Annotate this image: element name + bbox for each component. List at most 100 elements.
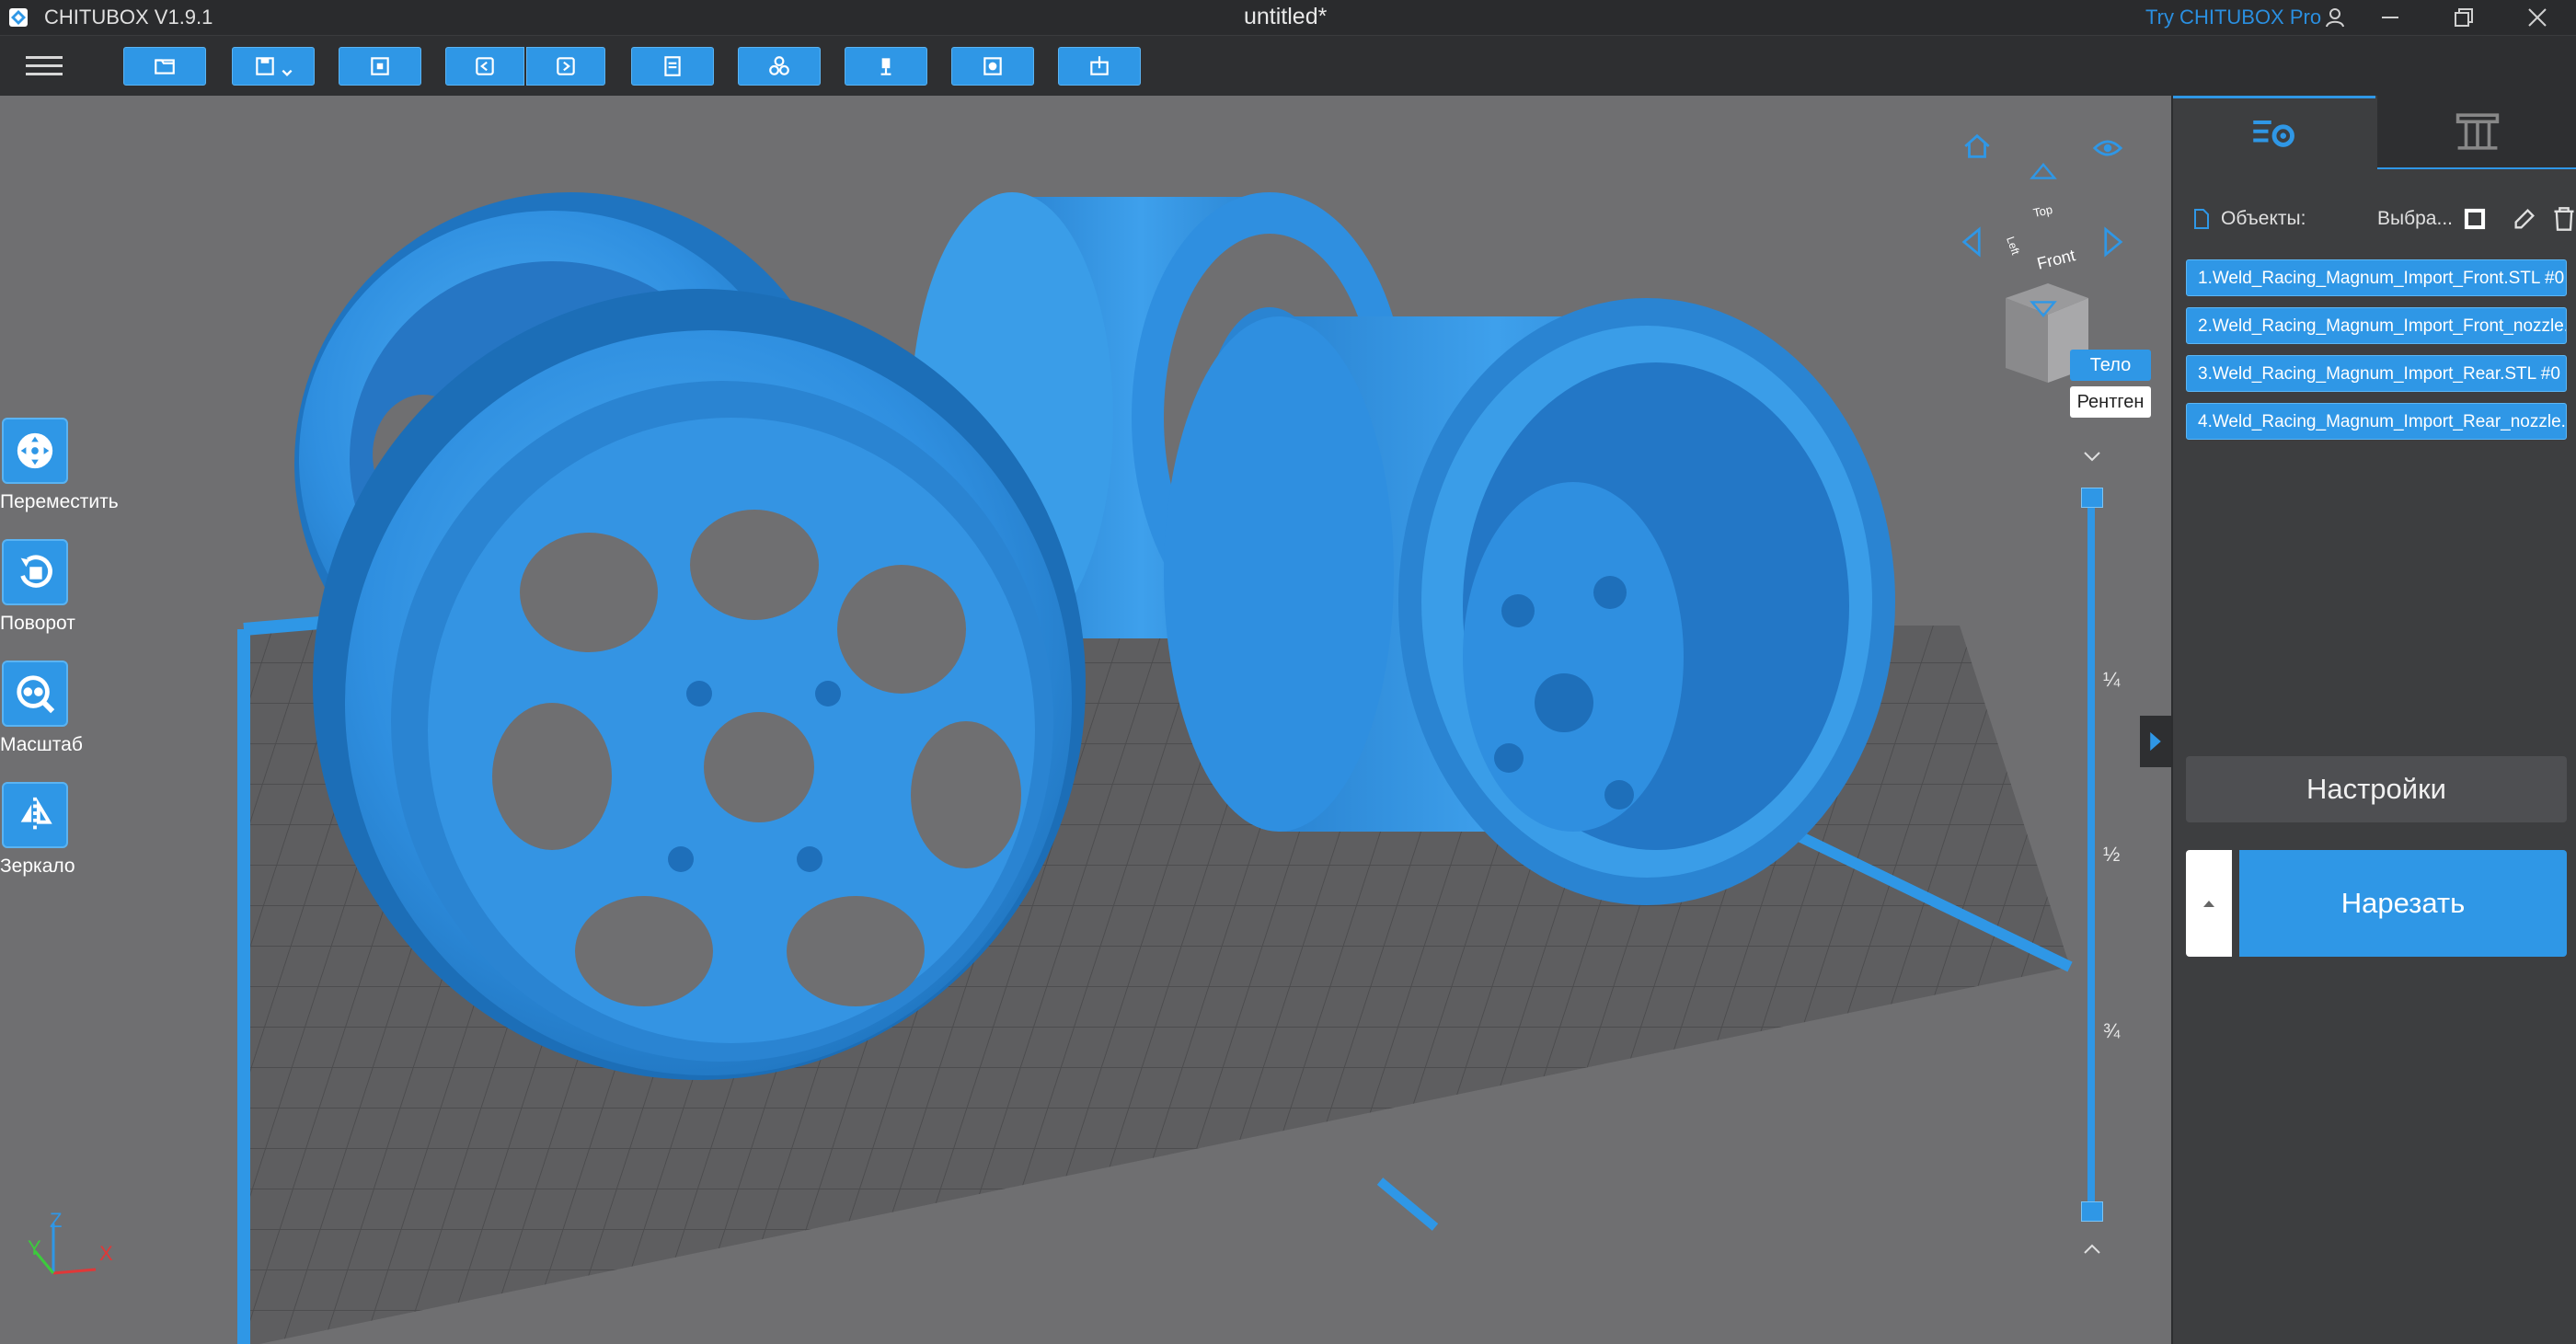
layer-fraction-quarter: ¼: [2103, 668, 2121, 691]
drill-hole-button[interactable]: [1058, 47, 1141, 86]
axis-y-label: Y: [28, 1236, 41, 1259]
capture-icon: [371, 57, 389, 75]
restore-icon[interactable]: [2445, 2, 2482, 33]
edit-icon[interactable]: [2512, 206, 2537, 232]
slice-group: Нарезать: [2186, 850, 2567, 957]
select-all-label[interactable]: Выбра...: [2377, 208, 2453, 230]
save-icon: [256, 57, 274, 75]
scale-tool-label: Масштаб: [0, 734, 83, 755]
move-glyph: [17, 432, 53, 469]
axis-z-label: Z: [50, 1209, 63, 1232]
select-all-checkbox-icon[interactable]: [2462, 206, 2488, 232]
layer-fraction-half: ½: [2103, 843, 2121, 866]
object-item[interactable]: 1.Weld_Racing_Magnum_Import_Front.STL #0: [2186, 259, 2567, 296]
hollow-icon: [983, 57, 1002, 75]
auto-support-button[interactable]: [845, 47, 927, 86]
supports-icon: [2455, 113, 2500, 150]
axis-gizmo: [33, 1223, 97, 1275]
scene-canvas[interactable]: [0, 96, 2171, 1344]
screenshot-button[interactable]: [339, 47, 421, 86]
tab-objects[interactable]: [2173, 96, 2375, 170]
mirror-tool[interactable]: Зеркало: [0, 782, 129, 878]
tab-supports[interactable]: [2377, 96, 2576, 169]
layer-slider-track[interactable]: [2087, 488, 2095, 1214]
mirror-tool-label: Зеркало: [0, 856, 75, 877]
mirror-icon[interactable]: [2, 782, 68, 848]
support-icon: [880, 58, 891, 75]
slice-options-button[interactable]: [2186, 850, 2232, 957]
wheel-front-right: [1164, 298, 1895, 905]
eye-icon[interactable]: [2092, 136, 2123, 160]
objects-header: Объекты: Выбра...: [2193, 204, 2574, 237]
user-icon[interactable]: [2317, 2, 2353, 33]
close-glyph: [2528, 8, 2547, 27]
hollow-button[interactable]: [951, 47, 1034, 86]
chevron-down-icon: [282, 69, 293, 76]
folder-icon: [155, 59, 175, 75]
object-item[interactable]: 2.Weld_Racing_Magnum_Import_Front_nozzle…: [2186, 307, 2567, 344]
wheel-front-left: [313, 289, 1086, 1080]
auto-arrange-button[interactable]: [738, 47, 821, 86]
try-pro-link[interactable]: Try CHITUBOX Pro: [2145, 6, 2321, 29]
panel-collapse-button[interactable]: [2140, 716, 2171, 767]
move-tool-label: Переместить: [0, 491, 119, 512]
slice-button[interactable]: Нарезать: [2239, 850, 2567, 957]
arrow-left-icon[interactable]: [1961, 226, 1982, 258]
settings-button[interactable]: Настройки: [2186, 756, 2567, 822]
caret-up-icon: [2203, 901, 2214, 907]
rotate-tool-label: Поворот: [0, 613, 75, 634]
app-name: CHITUBOX V1.9.1: [44, 6, 213, 29]
mode-body-button[interactable]: Тело: [2070, 350, 2151, 381]
restore-glyph: [2455, 8, 2473, 27]
layer-slider-up-icon[interactable]: [2081, 1242, 2103, 1257]
3d-viewport[interactable]: Переместить Поворот Масштаб Зеркало Z Y …: [0, 96, 2171, 1344]
document-title: untitled*: [1244, 4, 1328, 29]
layer-slider-down-icon[interactable]: [2081, 449, 2103, 464]
layer-fraction-three-quarters: ¾: [2103, 1019, 2121, 1042]
move-tool[interactable]: Переместить: [0, 418, 129, 513]
scale-icon[interactable]: [2, 661, 68, 727]
rotate-tool[interactable]: Поворот: [0, 539, 129, 635]
open-file-button[interactable]: [123, 47, 206, 86]
move-icon[interactable]: [2, 418, 68, 484]
save-button[interactable]: [232, 47, 315, 86]
file-info-button[interactable]: [631, 47, 714, 86]
arrow-right-icon[interactable]: [2103, 226, 2123, 258]
undo-button[interactable]: [445, 47, 524, 86]
list-settings-icon: [2253, 120, 2294, 147]
close-icon[interactable]: [2519, 2, 2556, 33]
redo-icon: [557, 57, 575, 75]
rotate-icon[interactable]: [2, 539, 68, 605]
arrange-icon: [769, 56, 789, 75]
arrow-down-icon[interactable]: [2030, 300, 2057, 320]
right-sidebar: Объекты: Выбра... 1.Weld_Racing_Magnum_I…: [2171, 96, 2576, 1344]
sidebar-tabs: [2173, 96, 2576, 170]
layer-slider-bottom-handle[interactable]: [2081, 1201, 2103, 1222]
object-item[interactable]: 3.Weld_Racing_Magnum_Import_Rear.STL #0: [2186, 355, 2567, 392]
undo-icon: [476, 57, 494, 75]
hamburger-menu-icon[interactable]: [26, 51, 63, 82]
document-list-icon: [664, 56, 681, 76]
rotate-glyph: [20, 555, 52, 588]
layer-slider-top-handle[interactable]: [2081, 488, 2103, 508]
minimize-glyph: [2382, 17, 2398, 18]
trash-icon[interactable]: [2552, 206, 2576, 232]
scale-tool[interactable]: Масштаб: [0, 661, 129, 756]
object-item[interactable]: 4.Weld_Racing_Magnum_Import_Rear_nozzle.…: [2186, 403, 2567, 440]
main-toolbar: [0, 35, 2576, 97]
mirror-glyph: [20, 797, 52, 833]
redo-button[interactable]: [526, 47, 605, 86]
title-bar: CHITUBOX V1.9.1 untitled* Try CHITUBOX P…: [0, 0, 2576, 35]
scale-glyph: [17, 675, 55, 714]
axis-x-label: X: [99, 1242, 113, 1265]
minimize-icon[interactable]: [2372, 2, 2409, 33]
chevron-right-icon: [2150, 731, 2161, 752]
mode-xray-button[interactable]: Рентген: [2070, 386, 2151, 418]
arrow-up-icon[interactable]: [2030, 160, 2057, 180]
objects-label: Объекты:: [2221, 208, 2306, 229]
file-icon: [2194, 209, 2209, 229]
chitubox-logo-icon: [9, 8, 28, 27]
home-view-icon[interactable]: [1961, 131, 1993, 162]
drill-icon: [1090, 56, 1109, 75]
user-glyph: [2326, 8, 2344, 28]
